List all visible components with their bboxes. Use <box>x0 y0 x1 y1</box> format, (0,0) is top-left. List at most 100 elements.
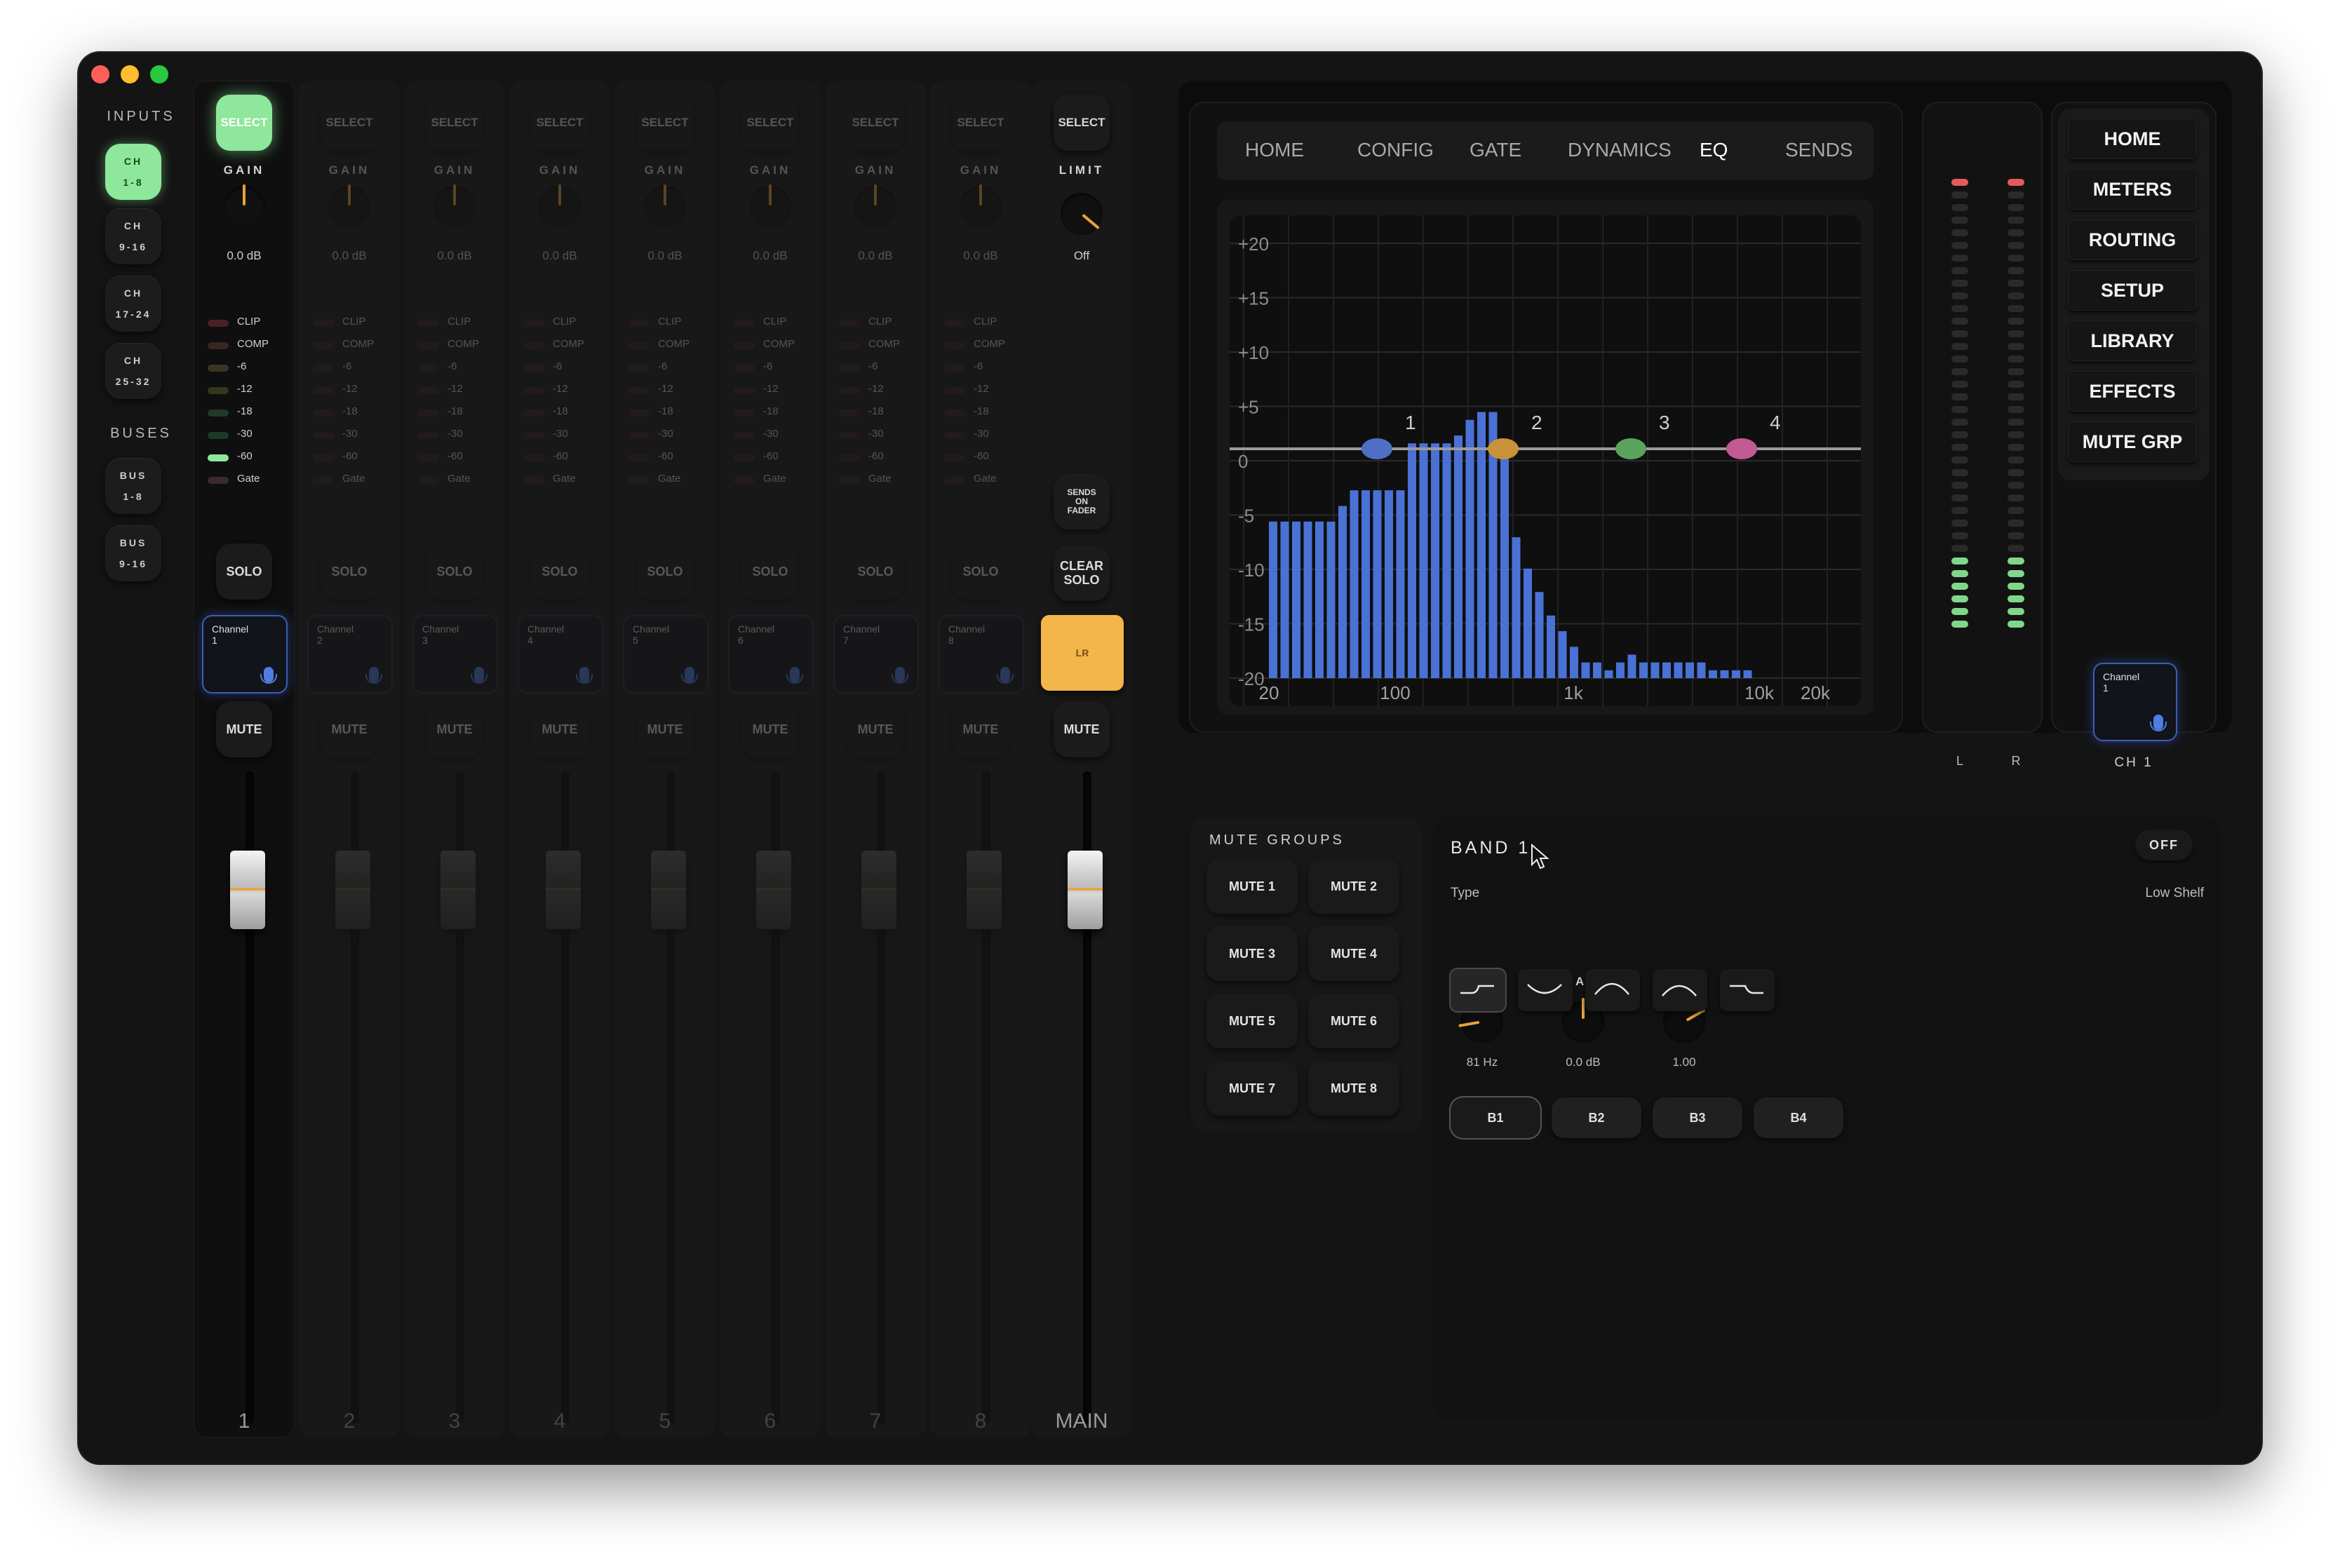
fader-handle[interactable] <box>651 851 686 929</box>
selected-channel-card[interactable]: Channel 1 <box>2093 663 2177 741</box>
select-button[interactable]: SELECT <box>742 95 798 151</box>
gain-knob[interactable] <box>223 184 265 228</box>
mute-button[interactable]: MUTE <box>637 701 693 757</box>
fader-handle[interactable] <box>756 851 791 929</box>
tab-sends[interactable]: SENDS <box>1785 139 1852 161</box>
bank-ch-25-32-button[interactable]: CH 25-32 <box>105 343 161 399</box>
gain-knob[interactable] <box>854 184 896 228</box>
mute-button[interactable]: MUTE <box>953 701 1009 757</box>
mute-group-5-button[interactable]: MUTE 5 <box>1206 994 1298 1048</box>
main-select-button[interactable]: SELECT <box>1054 95 1110 151</box>
band-enable-toggle[interactable]: OFF <box>2135 830 2193 860</box>
nav-home-button[interactable]: HOME <box>2068 119 2197 159</box>
mute-group-7-button[interactable]: MUTE 7 <box>1206 1061 1298 1116</box>
minimize-window-icon[interactable] <box>121 65 139 83</box>
fader-handle[interactable] <box>335 851 370 929</box>
sends-on-fader-button[interactable]: SENDS ON FADER <box>1054 473 1110 529</box>
mute-group-2-button[interactable]: MUTE 2 <box>1308 859 1399 914</box>
gain-knob[interactable] <box>328 184 370 228</box>
solo-button[interactable]: SOLO <box>216 543 272 600</box>
eq-band-handle-2[interactable] <box>1488 438 1519 459</box>
solo-button[interactable]: SOLO <box>742 543 798 600</box>
tab-config[interactable]: CONFIG <box>1357 139 1434 161</box>
filter-type-button[interactable] <box>1585 969 1640 1011</box>
eq-band-handle-3[interactable] <box>1615 438 1646 459</box>
fader-handle[interactable] <box>546 851 581 929</box>
band-b4-button[interactable]: B4 <box>1754 1097 1843 1138</box>
fader-handle[interactable] <box>441 851 476 929</box>
channel-name-card[interactable]: Channel 8 <box>939 615 1024 694</box>
mute-button[interactable]: MUTE <box>532 701 588 757</box>
bank-bus-9-16-button[interactable]: BUS 9-16 <box>105 525 161 581</box>
mute-group-4-button[interactable]: MUTE 4 <box>1308 926 1399 981</box>
close-window-icon[interactable] <box>91 65 109 83</box>
tab-dynamics[interactable]: DYNAMICS <box>1568 139 1672 161</box>
filter-type-button[interactable] <box>1653 969 1707 1011</box>
fader-handle[interactable] <box>861 851 896 929</box>
solo-button[interactable]: SOLO <box>847 543 903 600</box>
bank-ch-17-24-button[interactable]: CH 17-24 <box>105 276 161 332</box>
band-b2-button[interactable]: B2 <box>1552 1097 1641 1138</box>
mute-button[interactable]: MUTE <box>426 701 483 757</box>
solo-button[interactable]: SOLO <box>532 543 588 600</box>
select-button[interactable]: SELECT <box>426 95 483 151</box>
filter-type-button[interactable] <box>1720 969 1775 1011</box>
mute-group-3-button[interactable]: MUTE 3 <box>1206 926 1298 981</box>
nav-meters-button[interactable]: METERS <box>2068 169 2197 210</box>
channel-name-card[interactable]: Channel 2 <box>307 615 393 694</box>
select-button[interactable]: SELECT <box>321 95 377 151</box>
bank-ch-9-16-button[interactable]: CH 9-16 <box>105 208 161 264</box>
tab-gate[interactable]: GATE <box>1470 139 1521 161</box>
select-button[interactable]: SELECT <box>847 95 903 151</box>
channel-name-card[interactable]: Channel 7 <box>833 615 919 694</box>
mute-button[interactable]: MUTE <box>216 701 272 757</box>
filter-type-button[interactable] <box>1518 969 1573 1011</box>
channel-name-card[interactable]: Channel 3 <box>412 615 498 694</box>
mute-button[interactable]: MUTE <box>742 701 798 757</box>
eq-chart[interactable]: 1234 +20+15+10+50-5-10-15-20 20 100 1k 10k 2… <box>1230 215 1861 706</box>
main-fader-handle[interactable] <box>1068 851 1103 929</box>
band-b1-button[interactable]: B1 <box>1451 1097 1540 1138</box>
mute-group-6-button[interactable]: MUTE 6 <box>1308 994 1399 1048</box>
nav-routing-button[interactable]: ROUTING <box>2068 219 2197 260</box>
gain-knob[interactable] <box>539 184 581 228</box>
fader-handle[interactable] <box>967 851 1002 929</box>
select-button[interactable]: SELECT <box>532 95 588 151</box>
gain-knob[interactable] <box>749 184 791 228</box>
channel-name-card[interactable]: Channel 6 <box>728 615 814 694</box>
solo-button[interactable]: SOLO <box>426 543 483 600</box>
select-button[interactable]: SELECT <box>637 95 693 151</box>
bank-bus-1-8-button[interactable]: BUS 1-8 <box>105 458 161 514</box>
bank-ch-1-8-button[interactable]: CH 1-8 <box>105 144 161 200</box>
mute-group-1-button[interactable]: MUTE 1 <box>1206 859 1298 914</box>
gain-knob[interactable] <box>433 184 476 228</box>
nav-effects-button[interactable]: EFFECTS <box>2068 371 2197 412</box>
zoom-window-icon[interactable] <box>150 65 168 83</box>
eq-band-handle-1[interactable] <box>1361 438 1392 459</box>
select-button[interactable]: SELECT <box>953 95 1009 151</box>
nav-setup-button[interactable]: SETUP <box>2068 270 2197 311</box>
solo-button[interactable]: SOLO <box>321 543 377 600</box>
nav-library-button[interactable]: LIBRARY <box>2068 320 2197 361</box>
channel-name-card[interactable]: Channel 5 <box>623 615 708 694</box>
nav-mute-grp-button[interactable]: MUTE GRP <box>2068 421 2197 462</box>
channel-name-card[interactable]: Channel 1 <box>202 615 288 694</box>
clear-solo-button[interactable]: CLEAR SOLO <box>1054 545 1110 601</box>
mute-button[interactable]: MUTE <box>847 701 903 757</box>
eq-band-handle-4[interactable] <box>1726 438 1757 459</box>
main-mute-button[interactable]: MUTE <box>1054 701 1110 757</box>
channel-name-card[interactable]: Channel 4 <box>518 615 603 694</box>
fader-handle[interactable] <box>230 851 265 929</box>
select-button[interactable]: SELECT <box>216 95 272 151</box>
mute-button[interactable]: MUTE <box>321 701 377 757</box>
tab-eq[interactable]: EQ <box>1700 139 1728 161</box>
gain-knob[interactable] <box>960 184 1002 228</box>
band-b3-button[interactable]: B3 <box>1653 1097 1742 1138</box>
mute-group-8-button[interactable]: MUTE 8 <box>1308 1061 1399 1116</box>
filter-type-button[interactable] <box>1451 969 1505 1011</box>
solo-button[interactable]: SOLO <box>637 543 693 600</box>
gain-knob[interactable] <box>644 184 686 228</box>
lr-bus-button[interactable]: LR <box>1041 615 1124 691</box>
limit-knob[interactable] <box>1061 193 1103 235</box>
tab-home[interactable]: HOME <box>1245 139 1304 161</box>
